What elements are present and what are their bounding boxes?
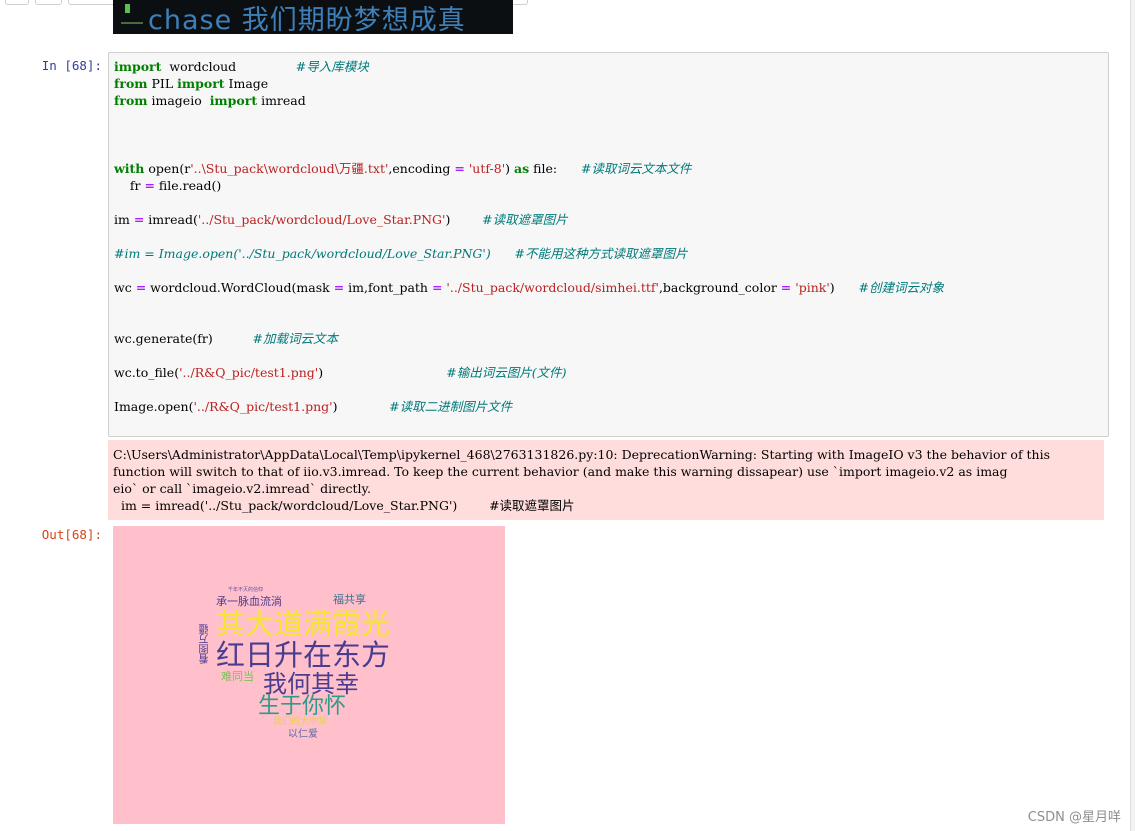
csdn-watermark: CSDN @星月咩 [1027,810,1121,825]
input-prompt: In [68]: [41,58,102,73]
code-token: import [114,59,162,74]
code-token: = [333,280,345,295]
code-token: file.read() [154,178,222,193]
stderr-output: C:\Users\Administrator\AppData\Local\Tem… [108,440,1104,520]
code-line: wc.generate(fr) #加载词云文本 [114,331,338,346]
wordcloud-word: 其大道满霞光 [216,607,391,641]
code-token: wordcloud [161,59,296,74]
wordcloud-word: 千年不灭的信仰 [228,587,264,593]
code-token: '../R&Q_pic/test1.png' [179,365,319,380]
wordcloud-word: 生于你怀 [258,694,347,719]
wordcloud-word: 我们的大中华 [273,717,328,727]
code-token: ) [505,161,515,176]
code-token: '../Stu_pack/wordcloud/Love_Star.PNG' [197,212,446,227]
code-token: = [133,212,145,227]
image-decoration [125,4,130,13]
code-token: '../Stu_pack/wordcloud/simhei.ttf' [446,280,659,295]
stderr-line: C:\Users\Administrator\AppData\Local\Tem… [113,447,1051,462]
wordcloud-word: 红日升在东方 [216,638,391,672]
code-token: #创建词云对象 [858,280,944,295]
code-token: wc.generate(fr) [114,331,253,346]
wordcloud-word: 看图万疆 [200,624,211,664]
page-scrollbar[interactable] [1130,0,1135,831]
code-token: = [780,280,792,295]
code-token: imageio [147,93,210,108]
code-token: with [114,161,145,176]
image-decoration-line [121,22,143,24]
code-token: imread [257,93,306,108]
output-prompt: Out[68]: [41,527,102,542]
code-token: '..\Stu_pack\wordcloud\万疆.txt' [190,161,389,176]
code-token: 'utf-8' [468,161,506,176]
code-line: import wordcloud #导入库模块 [114,59,369,74]
code-line: from imageio import imread [114,93,306,108]
code-token: ) [318,365,447,380]
code-token: wc [114,280,136,295]
code-token: #读取二进制图片文件 [389,399,513,414]
code-token: #导入库模块 [295,59,369,74]
code-token: #读取遮罩图片 [482,212,568,227]
code-token: = [135,280,147,295]
code-token: fr [114,178,145,193]
code-token: file: [529,161,581,176]
stderr-line: function will switch to that of iio.v3.i… [113,464,1008,479]
code-token: ) [829,280,859,295]
toolbar-button-1[interactable] [5,0,29,5]
code-line: fr = file.read() [114,178,221,193]
code-token: imread( [144,212,198,227]
previous-output-image: chase 我们期盼梦想成真 [113,0,513,34]
stderr-line: im = imread('../Stu_pack/wordcloud/Love_… [113,498,575,513]
code-text[interactable]: import wordcloud #导入库模块 from PIL import … [114,58,944,415]
stderr-line: eio` or call `imageio.v2.imread` directl… [113,481,371,496]
wordcloud-word: 福共享 [333,593,366,606]
code-token: #读取词云文本文件 [580,161,692,176]
code-token: as [514,161,530,176]
code-token: = [431,280,443,295]
code-line: wc = wordcloud.WordCloud(mask = im,font_… [114,280,944,295]
code-token: open(r [144,161,191,176]
code-token: ,background_color [658,280,781,295]
code-token: wordcloud.WordCloud(mask [146,280,334,295]
code-token: #im = Image.open('../Stu_pack/wordcloud/… [114,246,688,261]
code-line: with open(r'..\Stu_pack\wordcloud\万疆.txt… [114,161,691,176]
code-cell-editor[interactable]: import wordcloud #导入库模块 from PIL import … [108,52,1109,437]
wordcloud-word: 承一脉血流淌 [216,595,282,608]
code-token: from [114,76,148,91]
code-token: = [454,161,465,176]
wordcloud-word: 我何其幸 [263,670,359,698]
code-token: #加载词云文本 [252,331,338,346]
code-token: Image.open( [114,399,194,414]
code-token: import [209,93,258,108]
previous-output-title: chase 我们期盼梦想成真 [148,5,466,34]
code-line: im = imread('../Stu_pack/wordcloud/Love_… [114,212,568,227]
code-token: '../R&Q_pic/test1.png' [193,399,333,414]
code-line: #im = Image.open('../Stu_pack/wordcloud/… [114,246,688,261]
toolbar-button-2[interactable] [35,0,62,5]
code-token: from [114,93,148,108]
code-token: #输出词云图片(文件) [446,365,567,380]
code-token: Image [224,76,269,91]
code-token: import [177,76,225,91]
code-token: = [144,178,155,193]
wordcloud-word: 难同当 [221,670,254,683]
code-token: 'pink' [795,280,830,295]
code-line: Image.open('../R&Q_pic/test1.png') #读取二进… [114,399,512,414]
code-line: from PIL import Image [114,76,268,91]
code-token: im,font_path [344,280,432,295]
code-line: wc.to_file('../R&Q_pic/test1.png') #输出词云… [114,365,567,380]
code-token: ) [332,399,390,414]
code-token: PIL [147,76,178,91]
code-token: wc.to_file( [114,365,180,380]
wordcloud-output-image: 千年不灭的信仰承一脉血流淌 福共享 其大道满霞光 看图万疆 红日升在东方 难同当 我何其幸生… [113,526,505,824]
code-token: ) [445,212,483,227]
stderr-text: C:\Users\Administrator\AppData\Local\Tem… [113,446,1099,514]
code-token: im [114,212,134,227]
code-token: ,encoding [388,161,455,176]
wordcloud-word: 以仁爱 [288,729,318,740]
